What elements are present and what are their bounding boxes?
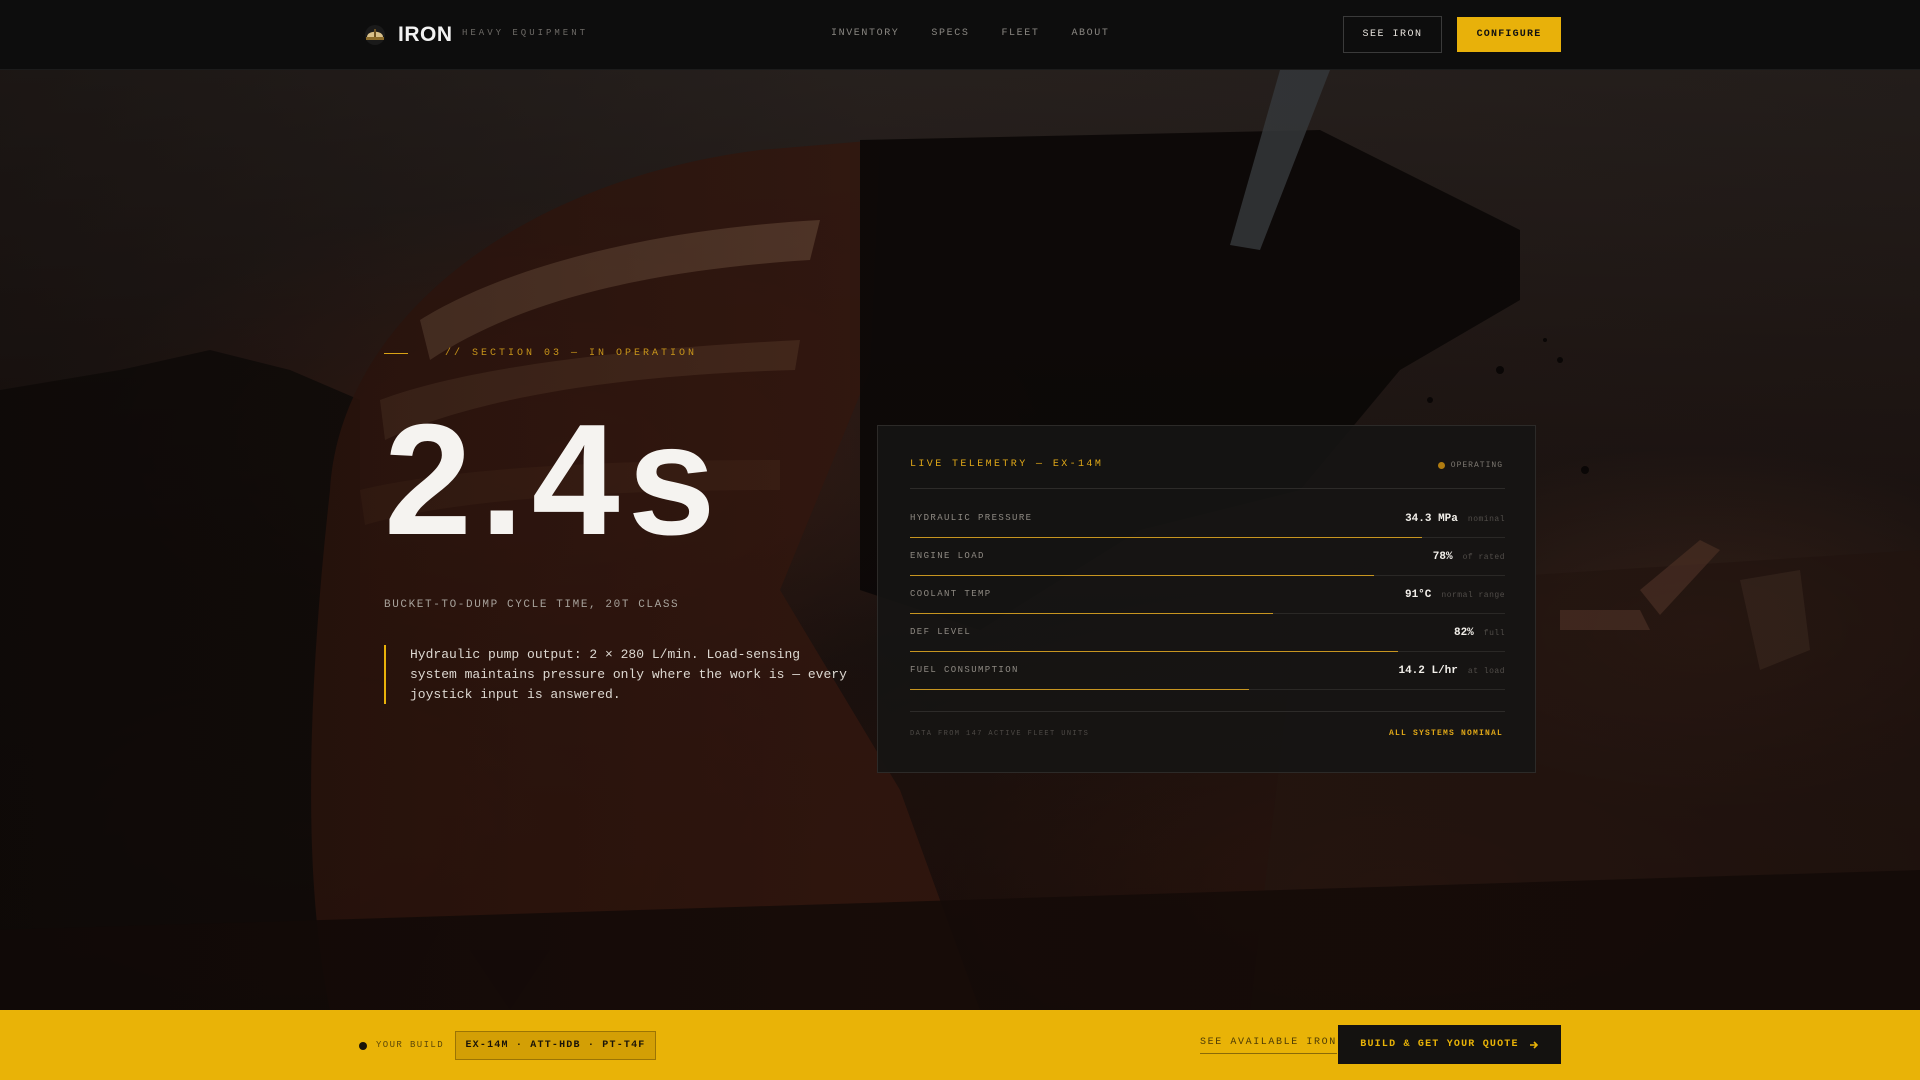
section-rule [384,353,408,354]
build-quote-button[interactable]: BUILD & GET YOUR QUOTE [1338,1025,1561,1064]
brand-name: IRON [398,23,453,46]
build-config-chip[interactable]: EX-14M · ATT-HDB · PT-T4F [455,1031,656,1060]
metric-bar [910,689,1250,690]
nav-link-about[interactable]: ABOUT [1071,28,1109,39]
quote-accent-bar [384,645,386,704]
metric-value: 14.2 L/hr [1398,665,1458,677]
metric-note: of rated [1462,553,1505,562]
build-quote-label: BUILD & GET YOUR QUOTE [1360,1039,1519,1050]
metric-bar [910,613,1273,614]
helmet-logo-icon [365,25,385,45]
metric-track [910,537,1505,538]
metric-track [910,613,1505,614]
metric-label: ENGINE LOAD [910,551,985,561]
metric-track [910,651,1505,652]
stat-caption: BUCKET-TO-DUMP CYCLE TIME, 20T CLASS [384,599,680,611]
build-label: YOUR BUILD [376,1040,445,1050]
metric-label: HYDRAULIC PRESSURE [910,513,1033,523]
hydraulic-description: Hydraulic pump output: 2 × 280 L/min. Lo… [410,647,847,702]
metric-track [910,575,1505,576]
status-dot-icon [1437,462,1445,469]
brand-tagline: HEAVY EQUIPMENT [462,28,589,38]
metric-value: 91°C [1404,589,1432,601]
metric-bar [910,651,1398,652]
metric-track [910,689,1505,690]
metric-value: 82% [1453,627,1474,639]
metric-label: FUEL CONSUMPTION [910,665,1019,675]
metric-note: normal range [1441,591,1505,600]
metric-note: nominal [1467,515,1505,524]
nav-link-inventory[interactable]: INVENTORY [831,28,899,39]
metric-coolant-temp: COOLANT TEMP 91°C normal range [910,589,1505,619]
metric-bar [910,575,1375,576]
see-available-iron-link[interactable]: SEE AVAILABLE IRON [1200,1037,1337,1054]
telemetry-card: LIVE TELEMETRY — EX-14M OPERATING HYDRAU… [877,425,1536,773]
build-dot-icon [359,1042,367,1050]
metric-label: COOLANT TEMP [910,589,992,599]
nav-links: INVENTORY SPECS FLEET ABOUT [831,28,1109,39]
fleet-data-note: DATA FROM 147 ACTIVE FLEET UNITS [910,730,1090,738]
systems-status: ALL SYSTEMS NOMINAL [1388,729,1503,738]
card-footer-divider [910,711,1505,712]
brand[interactable]: IRON [364,22,453,48]
telemetry-title: LIVE TELEMETRY — EX-14M [910,459,1104,470]
metric-hydraulic-pressure: HYDRAULIC PRESSURE 34.3 MPa nominal [910,513,1505,543]
status-badge: OPERATING [1437,461,1503,470]
metric-engine-load: ENGINE LOAD 78% of rated [910,551,1505,581]
cycle-time-stat: 2.4s [384,392,724,568]
metric-def-level: DEF LEVEL 82% full [910,627,1505,657]
metric-note: at load [1467,667,1505,676]
arrow-right-icon [1529,1040,1538,1049]
metric-label: DEF LEVEL [910,627,972,637]
nav-link-fleet[interactable]: FLEET [1001,28,1039,39]
see-iron-button[interactable]: SEE IRON [1343,16,1442,53]
metric-value: 34.3 MPa [1405,513,1458,525]
status-label: OPERATING [1450,461,1503,470]
nav-link-specs[interactable]: SPECS [931,28,969,39]
build-bar: YOUR BUILD EX-14M · ATT-HDB · PT-T4F SEE… [0,1010,1920,1080]
metric-fuel-consumption: FUEL CONSUMPTION 14.2 L/hr at load [910,665,1505,695]
card-divider [910,488,1505,489]
metric-value: 78% [1432,551,1453,563]
metric-note: full [1483,629,1505,638]
section-label: // SECTION 03 — IN OPERATION [445,348,698,359]
top-nav: IRON HEAVY EQUIPMENT INVENTORY SPECS FLE… [0,0,1920,70]
configure-button[interactable]: CONFIGURE [1457,17,1561,52]
metric-bar [910,537,1422,538]
